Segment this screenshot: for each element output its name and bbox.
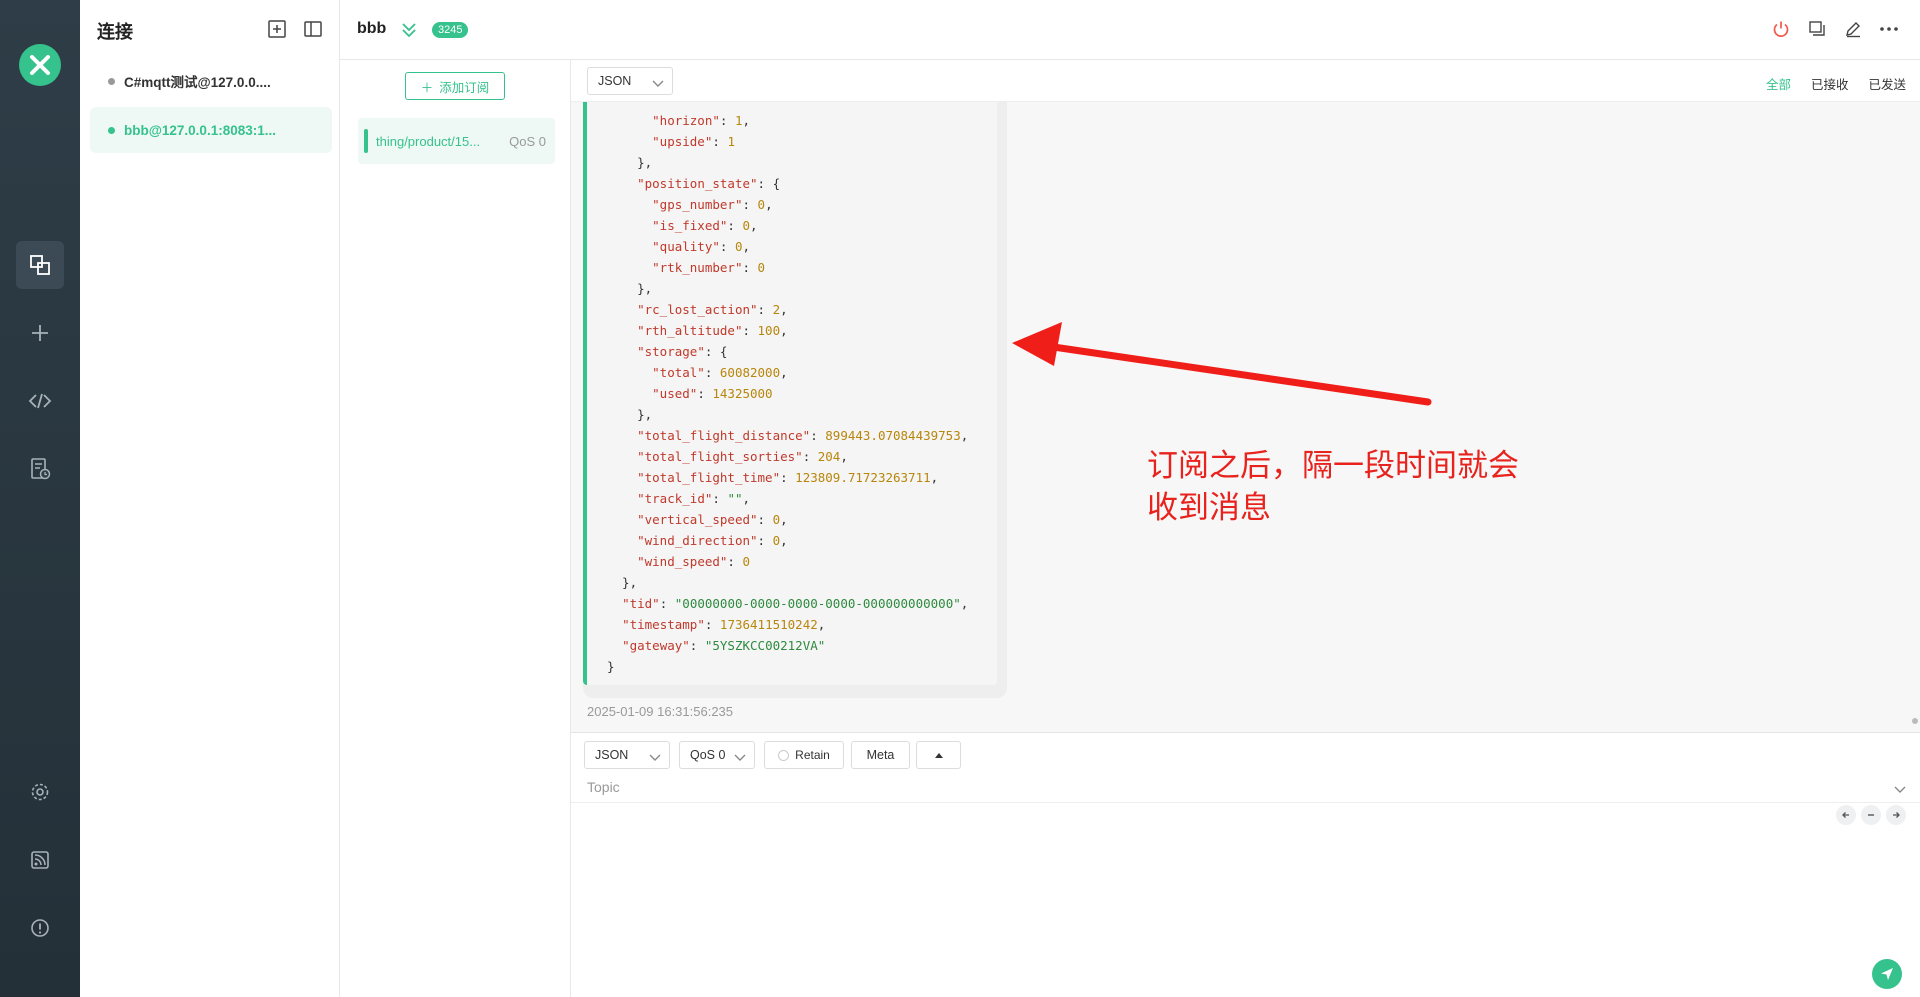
- message-filters: 全部 已接收 已发送: [1766, 74, 1906, 93]
- payload-format-value: JSON: [598, 74, 632, 88]
- settings-nav-icon[interactable]: [16, 768, 64, 816]
- app-nav: [0, 0, 80, 997]
- message-list[interactable]: "horizon": 1, "upside": 1 }, "position_s…: [571, 102, 1920, 732]
- scrollbar-thumb[interactable]: [1912, 718, 1918, 724]
- connection-item-csharp[interactable]: C#mqtt测试@127.0.0....: [90, 58, 332, 104]
- chevron-down-icon: [652, 77, 664, 91]
- composer-format-select[interactable]: JSON: [584, 741, 670, 769]
- toggle-sidebar-icon[interactable]: [303, 19, 323, 39]
- caret-up-icon: [934, 752, 943, 758]
- filter-all[interactable]: 全部: [1766, 74, 1791, 93]
- meta-label: Meta: [866, 748, 895, 762]
- topic-input[interactable]: Topic: [587, 779, 620, 795]
- chevron-down-icon: [649, 751, 661, 765]
- connection-header: bbb 3245: [340, 0, 1920, 60]
- composer-format-value: JSON: [595, 748, 629, 762]
- topic-history-chevron-icon[interactable]: [1894, 781, 1906, 799]
- more-icon[interactable]: [1878, 18, 1900, 40]
- connections-panel: 连接 C#mqtt测试@127.0.0.... bbb@127.0.0.1:80…: [80, 0, 340, 997]
- mqttx-logo-icon: [19, 44, 61, 86]
- feed-nav-icon[interactable]: [16, 836, 64, 884]
- send-message-button[interactable]: [1872, 959, 1902, 989]
- retain-label: Retain: [795, 748, 830, 762]
- status-dot-icon: [108, 126, 115, 134]
- expand-composer-button[interactable]: [916, 741, 961, 769]
- new-window-icon[interactable]: [1806, 18, 1828, 40]
- add-subscription-button[interactable]: ＋ 添加订阅: [405, 72, 505, 100]
- payload-format-select[interactable]: JSON: [587, 67, 673, 95]
- annotation-text: 订阅之后，隔一段时间就会 收到消息: [1147, 448, 1519, 526]
- subscription-topic: thing/product/15...: [376, 133, 481, 149]
- message-payload: "horizon": 1, "upside": 1 }, "position_s…: [607, 113, 969, 674]
- script-nav-icon[interactable]: [16, 377, 64, 425]
- retain-radio-icon: [778, 749, 790, 761]
- message-bubble[interactable]: "horizon": 1, "upside": 1 }, "position_s…: [583, 102, 997, 685]
- composer-qos-value: QoS 0: [690, 748, 726, 762]
- subscription-color-bar: [364, 129, 368, 153]
- connection-item-bbb[interactable]: bbb@127.0.0.1:8083:1...: [90, 107, 332, 153]
- disconnect-icon[interactable]: [1770, 18, 1792, 40]
- history-next-icon[interactable]: [1886, 805, 1906, 825]
- connection-label: bbb@127.0.0.1:8083:1...: [124, 122, 276, 138]
- message-timestamp: 2025-01-09 16:31:56:235: [587, 704, 734, 719]
- history-clear-icon[interactable]: [1861, 805, 1881, 825]
- filter-sent[interactable]: 已发送: [1868, 74, 1906, 93]
- new-connection-icon[interactable]: [267, 19, 287, 39]
- edit-icon[interactable]: [1842, 18, 1864, 40]
- message-count-badge: 3245: [432, 22, 469, 38]
- history-previous-icon[interactable]: [1836, 805, 1856, 825]
- connection-title: bbb: [357, 20, 387, 37]
- status-dot-icon: [108, 77, 115, 85]
- add-subscription-label: 添加订阅: [439, 80, 490, 95]
- send-icon: [1881, 968, 1893, 980]
- message-composer: JSON QoS 0 Retain Meta Topic: [571, 732, 1920, 997]
- about-nav-icon[interactable]: [16, 904, 64, 952]
- connection-label: C#mqtt测试@127.0.0....: [124, 75, 271, 90]
- topic-divider: [571, 802, 1920, 803]
- composer-qos-select[interactable]: QoS 0: [679, 741, 755, 769]
- message-toolbar: JSON 全部 已接收 已发送: [571, 60, 1920, 102]
- log-nav-icon[interactable]: [16, 445, 64, 493]
- collapse-chevron-icon[interactable]: [401, 20, 417, 45]
- retain-toggle[interactable]: Retain: [764, 741, 844, 769]
- connections-title: 连接: [97, 22, 133, 42]
- plus-icon: ＋: [420, 80, 434, 95]
- connections-nav-icon[interactable]: [16, 241, 64, 289]
- filter-received[interactable]: 已接收: [1811, 74, 1849, 93]
- meta-button[interactable]: Meta: [851, 741, 910, 769]
- new-connection-nav-icon[interactable]: [16, 309, 64, 357]
- subscriptions-panel: ＋ 添加订阅 thing/product/15... QoS 0: [340, 60, 571, 997]
- subscription-qos: QoS 0: [509, 133, 546, 149]
- subscription-item[interactable]: thing/product/15... QoS 0: [358, 118, 555, 164]
- chevron-down-icon: [734, 751, 746, 765]
